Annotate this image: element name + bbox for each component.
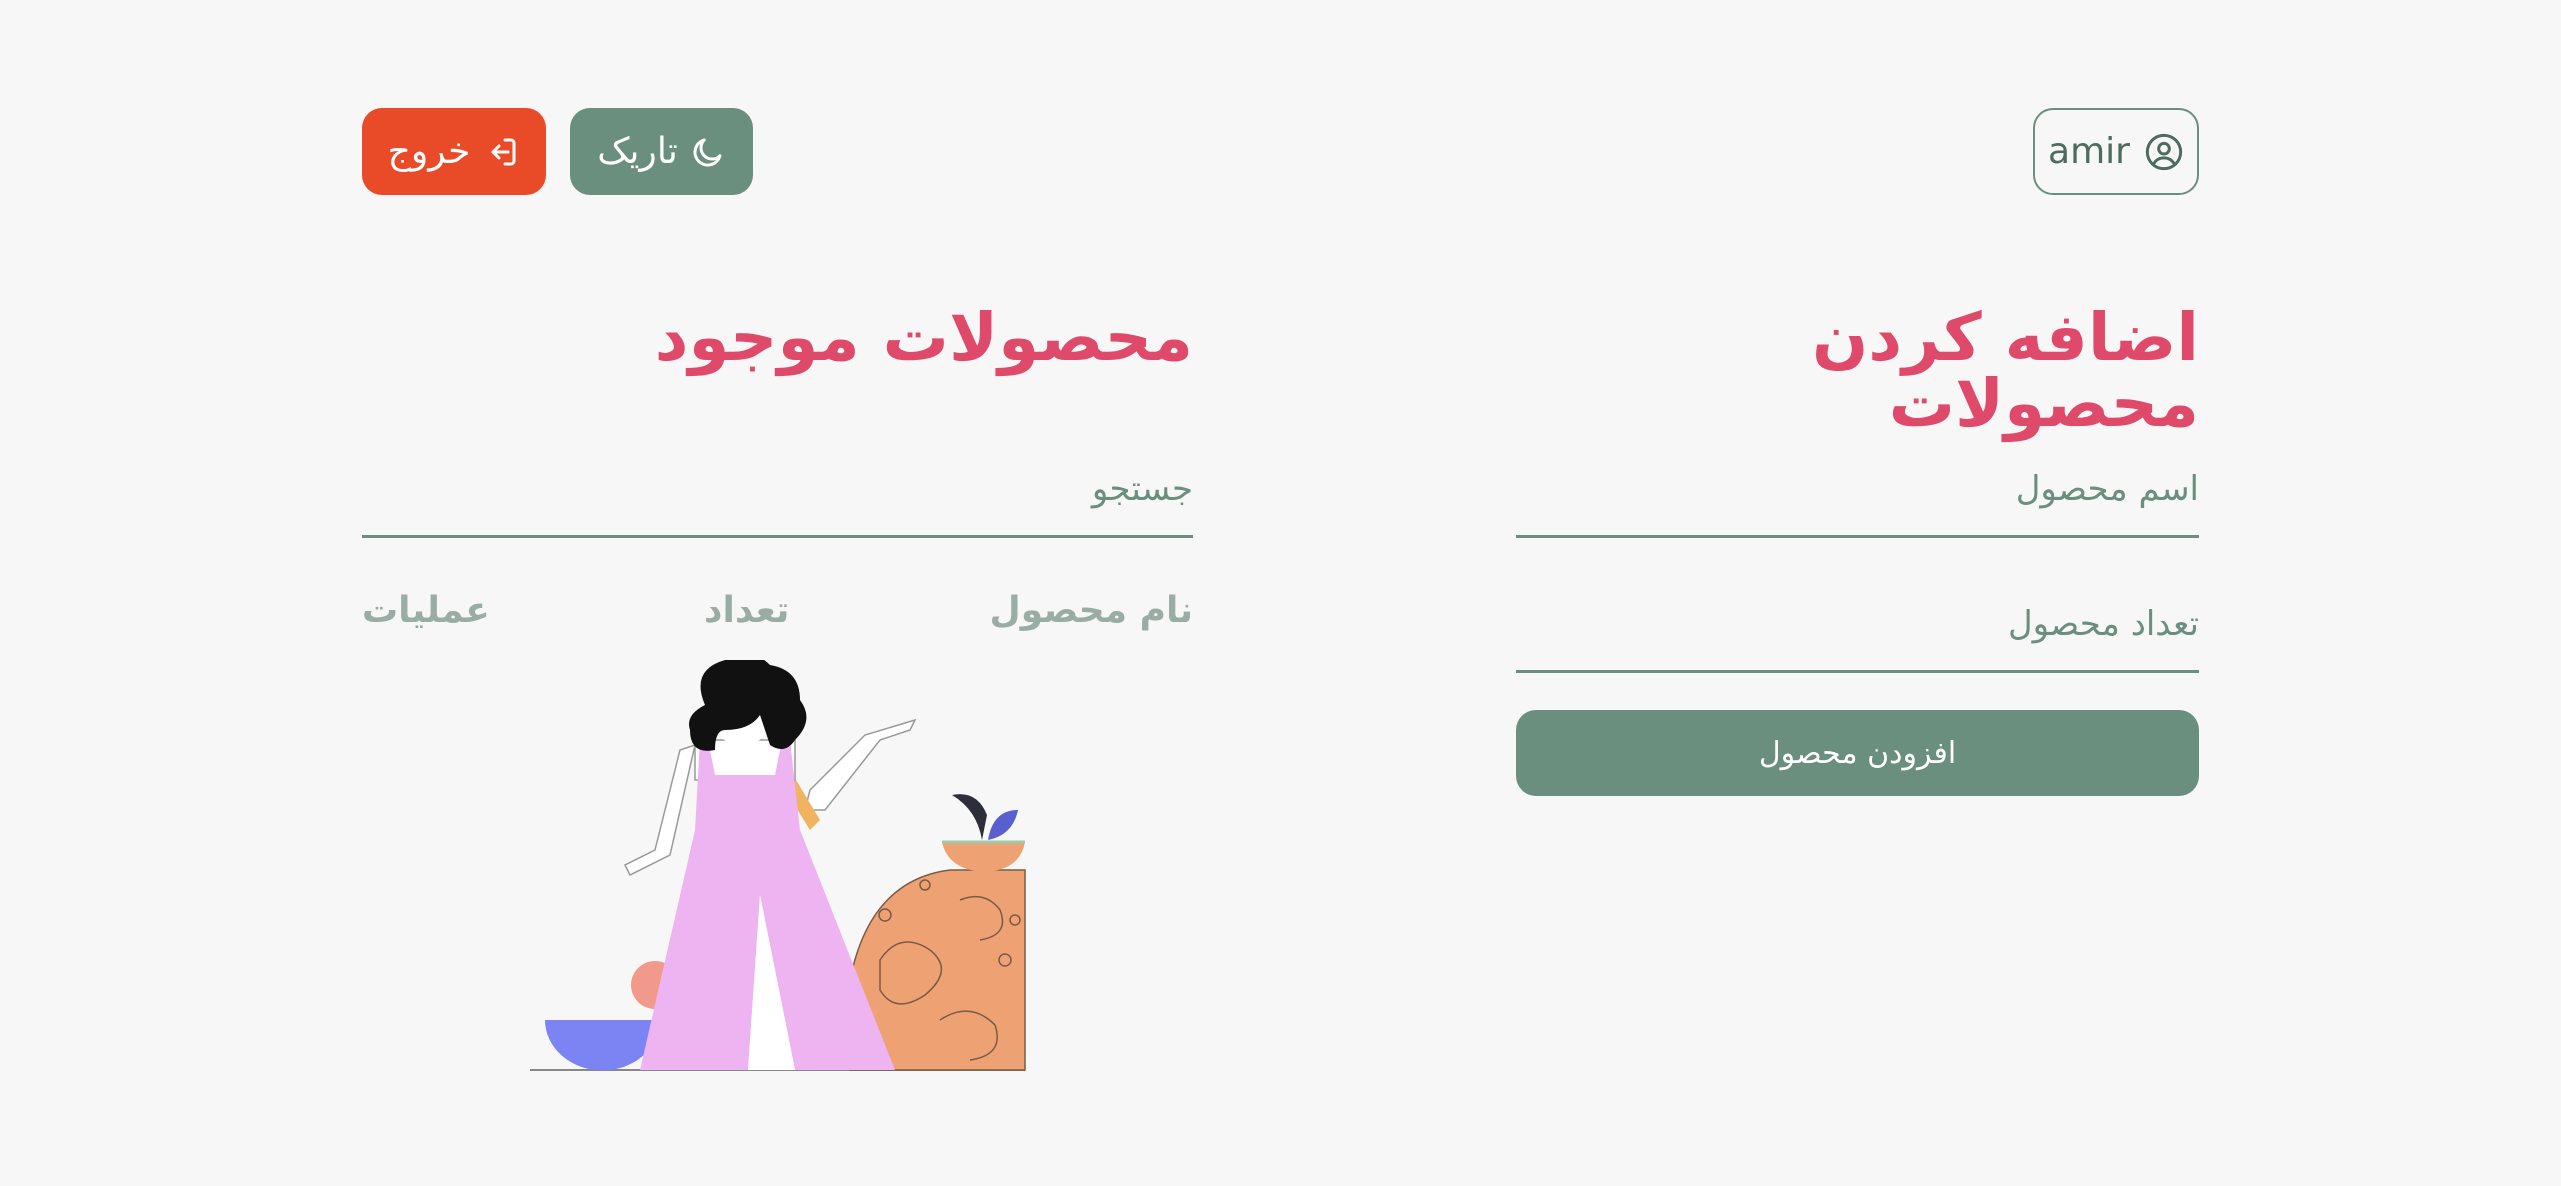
add-product-button[interactable]: افزودن محصول — [1516, 710, 2199, 796]
existing-products-title: محصولات موجود — [654, 299, 1193, 376]
product-name-input[interactable] — [1516, 455, 2199, 538]
add-products-title: اضافه کردن محصولات — [1811, 299, 2199, 442]
logout-icon — [484, 134, 520, 170]
dark-mode-label: تاریک — [597, 131, 678, 172]
username: amir — [2048, 131, 2130, 172]
user-button[interactable]: amir — [2033, 108, 2199, 195]
logout-button[interactable]: خروج — [362, 108, 546, 195]
page: خروج تاریک amir اضافه کردن محصولات اسم م… — [0, 0, 2561, 1186]
product-quantity-input[interactable] — [1516, 590, 2199, 673]
add-product-label: افزودن محصول — [1758, 735, 1957, 771]
dark-mode-button[interactable]: تاریک — [570, 108, 753, 195]
user-circle-icon — [2144, 132, 2184, 172]
logout-label: خروج — [387, 131, 471, 172]
column-header-operations: عملیات — [362, 590, 490, 631]
search-input[interactable] — [362, 455, 1193, 538]
empty-state-illustration — [530, 660, 1026, 1071]
moon-icon — [690, 134, 726, 170]
column-header-quantity: تعداد — [704, 590, 790, 631]
column-header-product-name: نام محصول — [989, 590, 1193, 631]
